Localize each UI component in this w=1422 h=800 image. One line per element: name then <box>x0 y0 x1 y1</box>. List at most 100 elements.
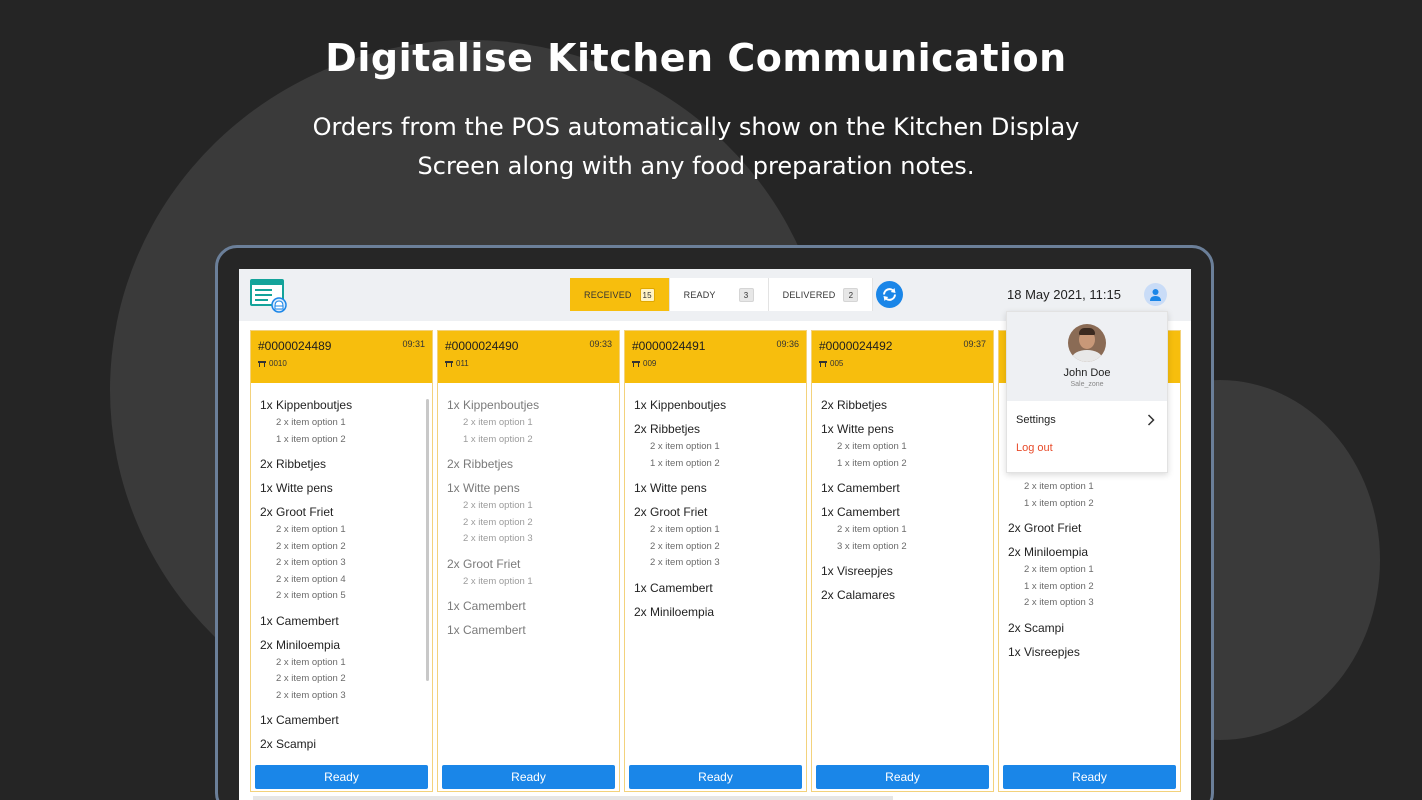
user-name: John Doe <box>1063 367 1111 379</box>
tab-label: DELIVERED <box>782 289 836 300</box>
order-item: 2x Miniloempia 2 x item option 1 1 x item … <box>1008 544 1171 612</box>
order-card: #0000024489 09:31 0010 1x Kippenboutjes 2 x … <box>250 330 433 792</box>
user-dropdown-menu: John Doe Sale_zone Settings Log out <box>1006 311 1168 473</box>
order-number: #0000024491 <box>632 339 706 353</box>
order-item-option: 2 x item option 2 <box>276 540 346 552</box>
refresh-button[interactable] <box>876 281 903 308</box>
order-item-name: 2x Ribbetjes <box>260 457 327 471</box>
tab-label: RECEIVED <box>584 289 632 300</box>
order-item-name: 1x Witte pens <box>260 481 333 495</box>
order-item: 1x Kippenboutjes 2 x item option 1 1 x ite… <box>447 397 610 448</box>
order-time: 09:31 <box>402 339 425 349</box>
tab-count-badge: 3 <box>738 287 754 302</box>
order-item-option: 2 x item option 1 <box>463 500 533 511</box>
order-item: 2x Calamares <box>821 587 984 603</box>
order-item-option: 2 x item option 1 <box>837 524 907 535</box>
order-card-header[interactable]: #0000024491 09:36 009 <box>625 331 806 383</box>
order-item: 2x Miniloempia <box>634 604 797 620</box>
order-item-option: 2 x item option 3 <box>1024 597 1094 608</box>
tab-received[interactable]: RECEIVED 15 <box>570 278 670 311</box>
order-item-option: 1 x item option 2 <box>1024 580 1094 592</box>
order-item-option: 2 x item option 2 <box>650 540 720 552</box>
kitchen-display-logo-icon <box>250 279 287 313</box>
order-item: 1x Camembert <box>821 480 984 496</box>
order-item-name: 1x Kippenboutjes <box>260 398 353 412</box>
order-item-option: 2 x item option 1 <box>650 524 720 535</box>
tab-ready[interactable]: READY 3 <box>669 278 769 311</box>
order-item-name: 2x Groot Friet <box>260 505 334 519</box>
order-items-list: 1x Kippenboutjes 2x Ribbetjes 2 x item opt… <box>625 383 806 620</box>
subtitle-line: Screen along with any food preparation n… <box>417 152 975 180</box>
logout-label: Log out <box>1016 442 1053 454</box>
order-card: #0000024490 09:33 011 1x Kippenboutjes 2 x i… <box>437 330 620 792</box>
tab-label: READY <box>683 289 716 300</box>
order-item-name: 2x Scampi <box>1008 620 1065 635</box>
order-item-name: 2x Miniloempia <box>634 604 715 619</box>
chevron-right-icon <box>1147 414 1155 426</box>
order-item-name: 1x Visreepjes <box>821 564 893 578</box>
order-item: 1x Witte pens <box>260 480 423 496</box>
table-number: 009 <box>643 359 657 368</box>
ready-button[interactable]: Ready <box>255 765 428 789</box>
page-subtitle: Orders from the POS automatically show o… <box>250 108 1142 186</box>
order-item-option: 2 x item option 3 <box>650 557 720 568</box>
order-item: 1x Visreepjes <box>1008 644 1171 660</box>
card-scrollbar[interactable] <box>426 399 429 681</box>
order-time: 09:33 <box>589 339 612 349</box>
order-table: 0010 <box>258 359 425 368</box>
order-item: 1x Camembert <box>260 712 423 728</box>
order-items-list: 2x Ribbetjes 1x Witte pens 2 x item option… <box>812 383 993 603</box>
order-card-header[interactable]: #0000024490 09:33 011 <box>438 331 619 383</box>
order-table: 011 <box>445 359 612 368</box>
ready-button[interactable]: Ready <box>1003 765 1176 789</box>
table-number: 011 <box>456 359 469 368</box>
order-time: 09:36 <box>776 339 799 349</box>
order-card-header[interactable]: #0000024492 09:37 005 <box>812 331 993 383</box>
order-item-option: 2 x item option 1 <box>276 417 346 428</box>
order-item: 2x Ribbetjes <box>821 397 984 413</box>
order-item-name: 1x Witte pens <box>634 481 707 495</box>
order-item-option: 1 x item option 2 <box>463 433 533 445</box>
ready-button[interactable]: Ready <box>816 765 989 789</box>
order-item-option: 2 x item option 3 <box>276 689 346 701</box>
ready-button[interactable]: Ready <box>629 765 802 789</box>
logout-menu-item[interactable]: Log out <box>1007 435 1167 461</box>
order-item-option: 2 x item option 3 <box>463 533 533 544</box>
table-number: 005 <box>830 359 844 368</box>
user-profile-header: John Doe Sale_zone <box>1007 312 1167 401</box>
order-item: 1x Visreepjes <box>821 563 984 579</box>
order-table: 009 <box>632 359 799 368</box>
order-item: 2x Ribbetjes <box>447 456 610 472</box>
order-item-name: 1x Kippenboutjes <box>634 398 727 412</box>
settings-menu-item[interactable]: Settings <box>1007 405 1167 435</box>
user-icon <box>1150 289 1161 301</box>
order-item-option: 2 x item option 1 <box>650 441 720 452</box>
page-title: Digitalise Kitchen Communication <box>325 36 1067 80</box>
order-item: 1x Camembert <box>447 622 610 638</box>
order-item: 2x Groot Friet <box>1008 520 1171 536</box>
order-item-name: 2x Ribbetjes <box>447 457 514 471</box>
order-item-name: 2x Ribbetjes <box>634 422 701 436</box>
order-item-name: 1x Camembert <box>260 613 339 628</box>
order-item: 2x Groot Friet 2 x item option 1 <box>447 556 610 591</box>
order-card: #0000024491 09:36 009 1x Kippenboutjes 2x Ri… <box>624 330 807 792</box>
table-number: 0010 <box>269 359 287 368</box>
order-item-name: 2x Groot Friet <box>447 556 521 571</box>
order-number: #0000024489 <box>258 339 332 353</box>
order-item: 2x Groot Friet 2 x item option 1 2 x item … <box>634 504 797 572</box>
order-item-name: 2x Miniloempia <box>260 637 341 652</box>
order-item: 1x Kippenboutjes 2 x item option 1 1 x ite… <box>260 397 423 448</box>
tab-count-badge: 2 <box>843 287 859 302</box>
order-item-name: 2x Miniloempia <box>1008 545 1089 559</box>
order-item-name: 1x Camembert <box>447 599 526 613</box>
order-item-option: 2 x item option 4 <box>276 573 346 585</box>
horizontal-scrollbar[interactable] <box>253 796 893 800</box>
ready-button[interactable]: Ready <box>442 765 615 789</box>
order-card-header[interactable]: #0000024489 09:31 0010 <box>251 331 432 383</box>
table-icon <box>258 361 266 367</box>
user-menu-button[interactable] <box>1144 283 1167 306</box>
order-item-name: 1x Camembert <box>260 713 339 727</box>
order-item-option: 2 x item option 3 <box>276 557 346 568</box>
order-item-option: 2 x item option 1 <box>463 417 533 428</box>
tab-delivered[interactable]: DELIVERED 2 <box>768 278 874 311</box>
